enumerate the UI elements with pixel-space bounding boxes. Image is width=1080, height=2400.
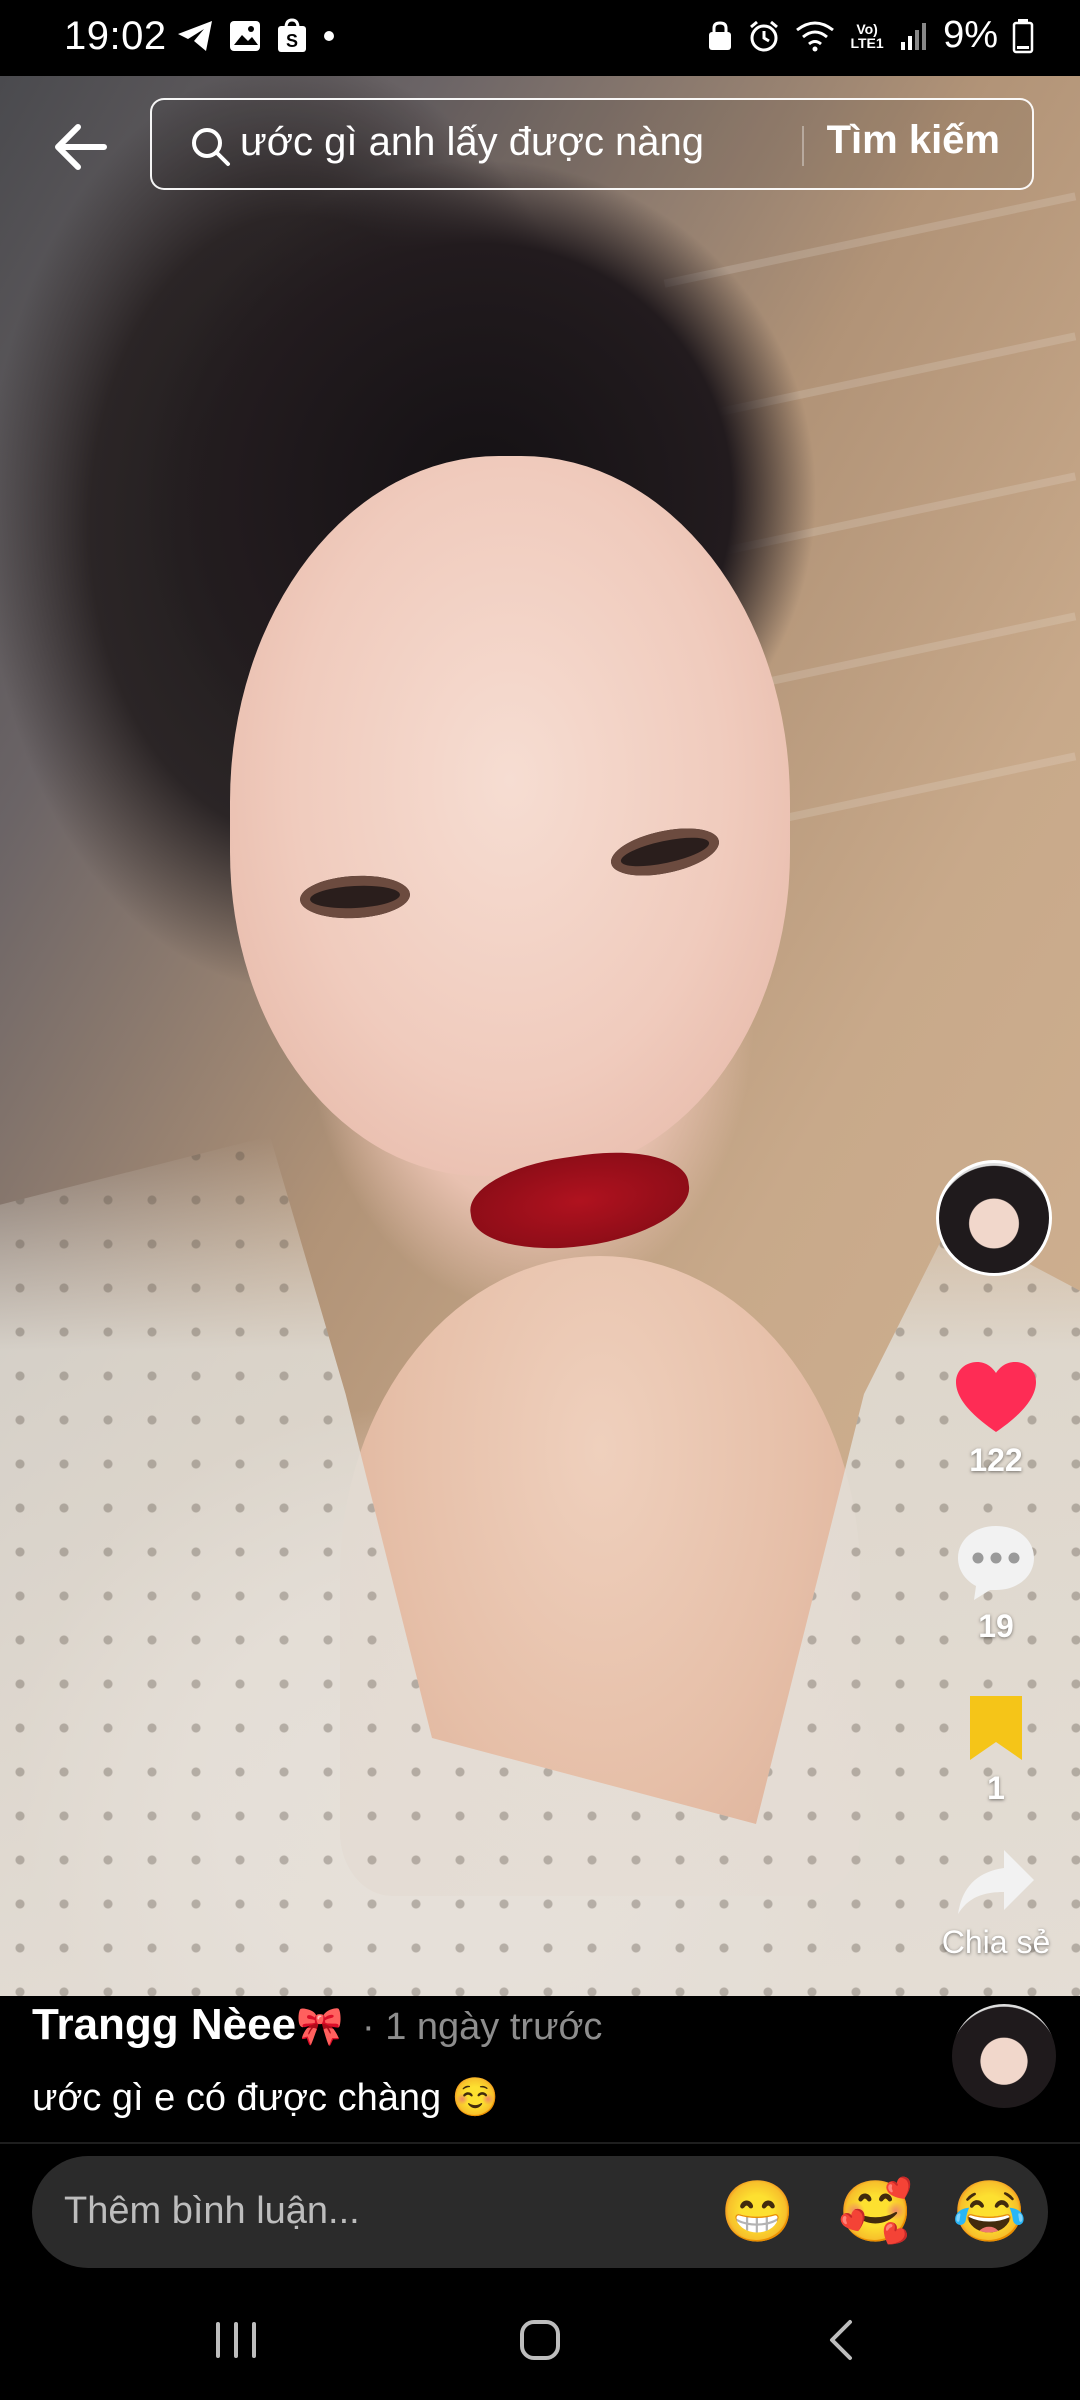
divider xyxy=(0,2142,1080,2144)
emoji-hearts-button[interactable]: 🥰 xyxy=(838,2180,913,2244)
alarm-icon xyxy=(750,20,779,51)
battery-percent: 9% xyxy=(943,14,998,56)
heart-icon xyxy=(956,1362,1036,1432)
comment-icon xyxy=(958,1526,1034,1600)
signal-icon xyxy=(901,22,927,50)
comment-button[interactable]: 19 xyxy=(936,1522,1056,1645)
search-input[interactable]: ước gì anh lấy được nàng xyxy=(240,120,704,165)
status-right-icons: Vo) LTE1 9% xyxy=(707,14,1034,57)
home-icon[interactable] xyxy=(500,2310,580,2370)
creator-avatar[interactable] xyxy=(936,1160,1052,1276)
save-count: 1 xyxy=(987,1770,1005,1806)
back-nav-icon[interactable] xyxy=(802,2310,882,2370)
telegram-icon xyxy=(178,21,212,51)
author-avatar[interactable] xyxy=(952,2004,1056,2108)
comment-count: 19 xyxy=(978,1608,1014,1644)
status-time: 19:02 xyxy=(64,14,167,58)
author-name[interactable]: Trangg Nèee🎀 xyxy=(32,2000,343,2050)
post-caption: ước gì e có được chàng ☺️ xyxy=(32,2077,500,2119)
search-icon xyxy=(192,128,230,166)
search-divider xyxy=(802,126,804,166)
save-button[interactable]: 1 xyxy=(936,1692,1056,1807)
share-button[interactable]: Chia sẻ xyxy=(936,1846,1056,1961)
battery-icon xyxy=(1012,18,1034,53)
back-arrow-icon[interactable] xyxy=(46,112,116,182)
share-icon xyxy=(958,1850,1034,1914)
svg-text:S: S xyxy=(286,31,298,51)
like-count: 122 xyxy=(969,1442,1023,1478)
video-face xyxy=(230,456,790,1176)
comment-bar[interactable]: Thêm bình luận... 😁 🥰 😂 xyxy=(32,2156,1048,2268)
status-left-icons: S xyxy=(176,18,336,54)
emoji-joy-button[interactable]: 😂 xyxy=(952,2180,1027,2244)
bow-emoji: 🎀 xyxy=(296,2006,344,2048)
video-player[interactable] xyxy=(0,76,1080,1996)
comment-input[interactable]: Thêm bình luận... xyxy=(64,2190,360,2233)
wifi-icon xyxy=(796,21,834,51)
like-button[interactable]: 122 xyxy=(936,1360,1056,1479)
gallery-icon xyxy=(230,21,260,51)
navigation-bar xyxy=(0,2280,1080,2400)
share-label: Chia sẻ xyxy=(941,1924,1051,1960)
shopee-icon: S xyxy=(278,18,306,52)
recent-apps-icon[interactable] xyxy=(196,2310,276,2370)
author-name-text: Trangg Nèee xyxy=(32,2000,297,2049)
search-bar[interactable]: ước gì anh lấy được nàng Tìm kiếm xyxy=(150,98,1034,190)
volte-label: Vo) LTE1 xyxy=(850,20,884,51)
status-bar: 19:02 S Vo) LTE1 9% xyxy=(0,0,1080,76)
post-time: · 1 ngày trước xyxy=(362,2006,603,2048)
bookmark-icon xyxy=(970,1696,1022,1760)
emoji-grin-button[interactable]: 😁 xyxy=(720,2180,795,2244)
dot-icon xyxy=(324,31,334,41)
search-submit-button[interactable]: Tìm kiếm xyxy=(827,118,1000,163)
lock-icon xyxy=(709,20,732,50)
